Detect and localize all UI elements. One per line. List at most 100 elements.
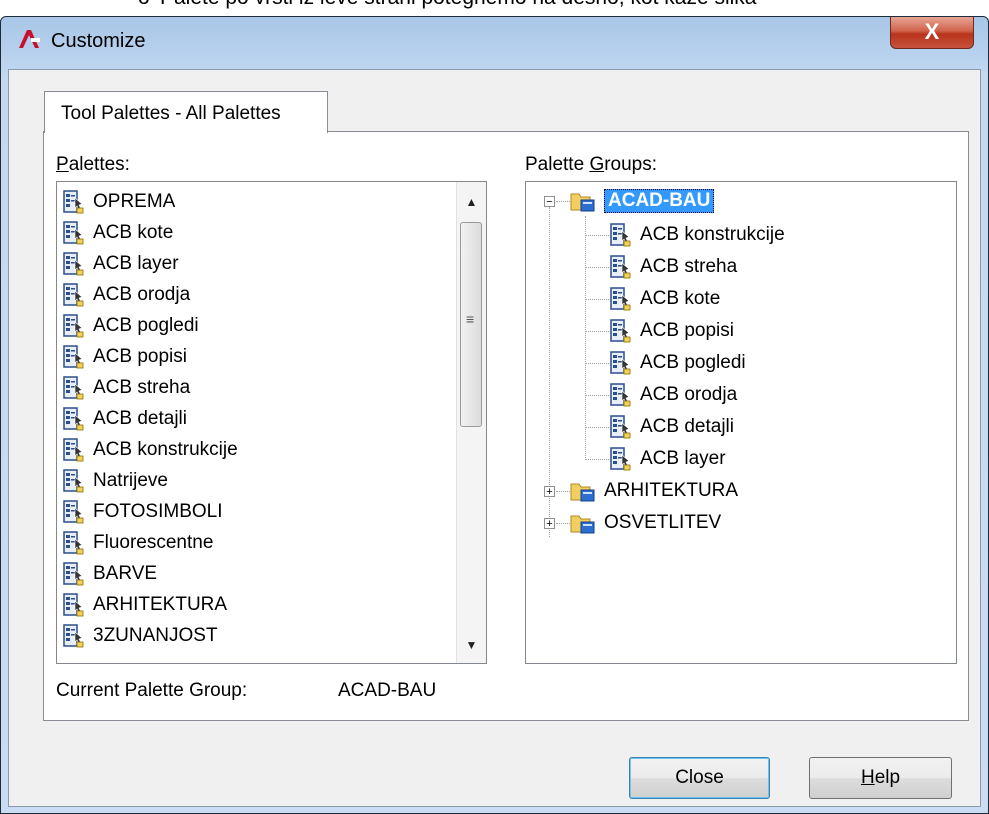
tool-palette-icon: [610, 447, 631, 471]
tree-node-label: ACAD-BAU: [604, 189, 715, 213]
palettes-scrollbar[interactable]: ▲ ≡ ▼: [456, 182, 486, 663]
expand-plus-icon[interactable]: +: [544, 518, 555, 530]
palette-group-folder-icon: [570, 515, 595, 534]
tool-palette-icon: [63, 376, 84, 400]
help-button[interactable]: Help: [809, 757, 952, 799]
palette-list-item[interactable]: BARVE: [63, 559, 157, 589]
tree-connector-line: [556, 201, 570, 202]
document-text-line: Palete po vrsti iz leve strani potegnemo…: [160, 0, 757, 10]
palette-list-item[interactable]: ACB kote: [63, 218, 173, 248]
tool-palette-icon: [610, 383, 631, 407]
tool-palette-icon: [63, 438, 84, 462]
palette-item-label: ACB pogledi: [93, 315, 199, 336]
scroll-up-arrow-icon[interactable]: ▲: [457, 188, 486, 216]
palette-list-item[interactable]: ACB orodja: [63, 280, 190, 310]
expand-plus-icon[interactable]: +: [544, 486, 555, 498]
tool-palette-icon: [63, 190, 84, 214]
palette-item-label: ACB orodja: [93, 284, 191, 305]
doc-bullet: o: [138, 0, 150, 10]
window-close-button[interactable]: X: [890, 17, 974, 49]
palette-list-item[interactable]: ACB popisi: [63, 342, 187, 372]
palette-list-item[interactable]: ACB pogledi: [63, 311, 199, 341]
close-button[interactable]: Close: [629, 757, 770, 799]
tree-palette-node[interactable]: ACB pogledi: [610, 348, 746, 378]
tool-palette-icon: [610, 287, 631, 311]
palette-item-label: ACB layer: [93, 253, 179, 274]
scroll-thumb[interactable]: ≡: [460, 222, 482, 427]
tool-palette-icon: [610, 223, 631, 247]
palette-group-folder-icon: [570, 193, 595, 212]
tree-node-label: ARHITEKTURA: [604, 480, 739, 501]
palette-item-label: ARHITEKTURA: [93, 594, 228, 615]
palette-item-label: BARVE: [93, 563, 158, 584]
palette-item-label: ACB streha: [93, 377, 191, 398]
tool-palette-icon: [63, 469, 84, 493]
palette-item-label: Fluorescentne: [93, 532, 214, 553]
scroll-down-arrow-icon[interactable]: ▼: [457, 631, 486, 659]
tree-group-node[interactable]: ARHITEKTURA: [570, 476, 738, 506]
palette-list-item[interactable]: ACB detajli: [63, 404, 187, 434]
current-group-label: Current Palette Group:: [56, 680, 248, 701]
tree-connector-line: [556, 491, 570, 492]
tree-group-node[interactable]: OSVETLITEV: [570, 508, 721, 538]
collapse-minus-icon[interactable]: −: [544, 196, 555, 208]
tree-group-acad-bau[interactable]: ACAD-BAU: [570, 186, 715, 216]
tree-node-label: ACB popisi: [640, 320, 734, 341]
tool-palette-icon: [610, 255, 631, 279]
tree-palette-node[interactable]: ACB streha: [610, 252, 737, 282]
tool-palette-icon: [63, 283, 84, 307]
palette-list-item[interactable]: ARHITEKTURA: [63, 590, 227, 620]
dialog-client-area: Tool Palettes - All Palettes Palettes: 3…: [8, 69, 981, 807]
tree-connector-line: [585, 331, 609, 332]
tree-connector-line: [585, 459, 609, 460]
tree-palette-node[interactable]: ACB popisi: [610, 316, 734, 346]
palette-list-item[interactable]: Natrijeve: [63, 466, 168, 496]
tab-tool-palettes[interactable]: Tool Palettes - All Palettes: [44, 91, 328, 133]
window-title: Customize: [51, 30, 146, 52]
tool-palette-icon: [610, 415, 631, 439]
tree-palette-node[interactable]: ACB orodja: [610, 380, 737, 410]
tool-palette-icon: [63, 624, 84, 648]
palette-list-item[interactable]: Fluorescentne: [63, 528, 213, 558]
palette-list-item[interactable]: FOTOSIMBOLI: [63, 497, 223, 527]
tree-node-label: ACB detajli: [640, 416, 734, 437]
palette-groups-label: Palette Groups:: [525, 154, 658, 175]
tree-palette-node[interactable]: ACB konstrukcije: [610, 220, 785, 250]
tool-palette-icon: [610, 351, 631, 375]
palette-item-label: ACB popisi: [93, 346, 187, 367]
tree-node-label: OSVETLITEV: [604, 512, 722, 533]
tab-panel: Palettes: 3ZUNANJOST ARHITEKTURA BARVE Fluo…: [43, 131, 969, 721]
palette-list-item[interactable]: ACB layer: [63, 249, 179, 279]
palette-list-item[interactable]: ACB konstrukcije: [63, 435, 238, 465]
tab-label: Tool Palettes - All Palettes: [61, 103, 281, 124]
tree-palette-node[interactable]: ACB layer: [610, 444, 726, 474]
tree-connector-line: [585, 216, 586, 460]
tool-palette-icon: [63, 221, 84, 245]
palette-item-label: ACB detajli: [93, 408, 187, 429]
palette-item-label: OPREMA: [93, 191, 176, 212]
tree-node-label: ACB streha: [640, 256, 738, 277]
tool-palette-icon: [610, 319, 631, 343]
palette-group-folder-icon: [570, 483, 595, 502]
palette-list-item[interactable]: 3ZUNANJOST: [63, 621, 218, 651]
palettes-list[interactable]: 3ZUNANJOST ARHITEKTURA BARVE Fluorescentne F…: [56, 181, 487, 664]
autocad-icon: [19, 30, 40, 48]
tree-node-label: ACB pogledi: [640, 352, 746, 373]
palette-list-item[interactable]: ACB streha: [63, 373, 190, 403]
palette-list-item[interactable]: OPREMA: [63, 187, 175, 217]
palette-item-label: ACB kote: [93, 222, 174, 243]
tree-node-label: ACB layer: [640, 448, 726, 469]
palettes-label: Palettes:: [56, 154, 130, 175]
palette-item-label: ACB konstrukcije: [93, 439, 238, 460]
tool-palette-icon: [63, 407, 84, 431]
tree-connector-line: [585, 395, 609, 396]
title-bar[interactable]: Customize X: [1, 17, 988, 69]
tool-palette-icon: [63, 252, 84, 276]
tree-palette-node[interactable]: ACB detajli: [610, 412, 734, 442]
tree-connector-line: [556, 523, 570, 524]
grip-icon: ≡: [466, 311, 475, 327]
tool-palette-icon: [63, 500, 84, 524]
palette-groups-tree[interactable]: − ACAD-BAU ACB konstrukcije ACB streha ACB k…: [525, 181, 957, 664]
palette-item-label: Natrijeve: [93, 470, 168, 491]
tree-palette-node[interactable]: ACB kote: [610, 284, 720, 314]
